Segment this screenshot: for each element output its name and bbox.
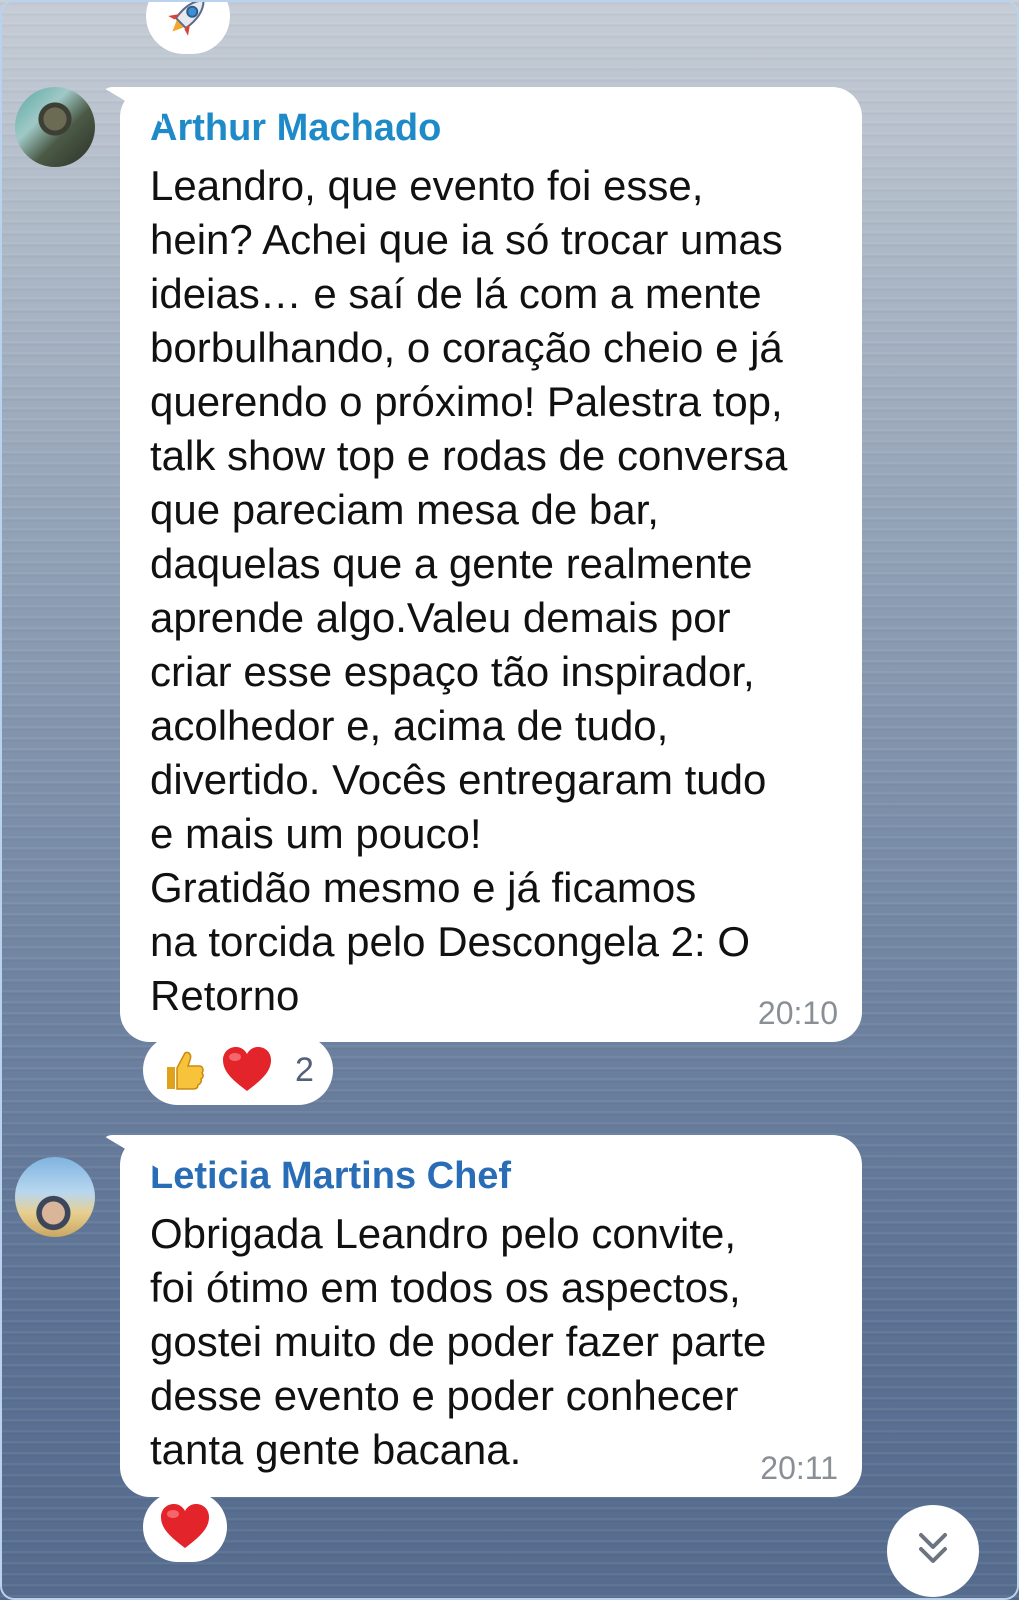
screenshot-frame	[0, 0, 1019, 1600]
